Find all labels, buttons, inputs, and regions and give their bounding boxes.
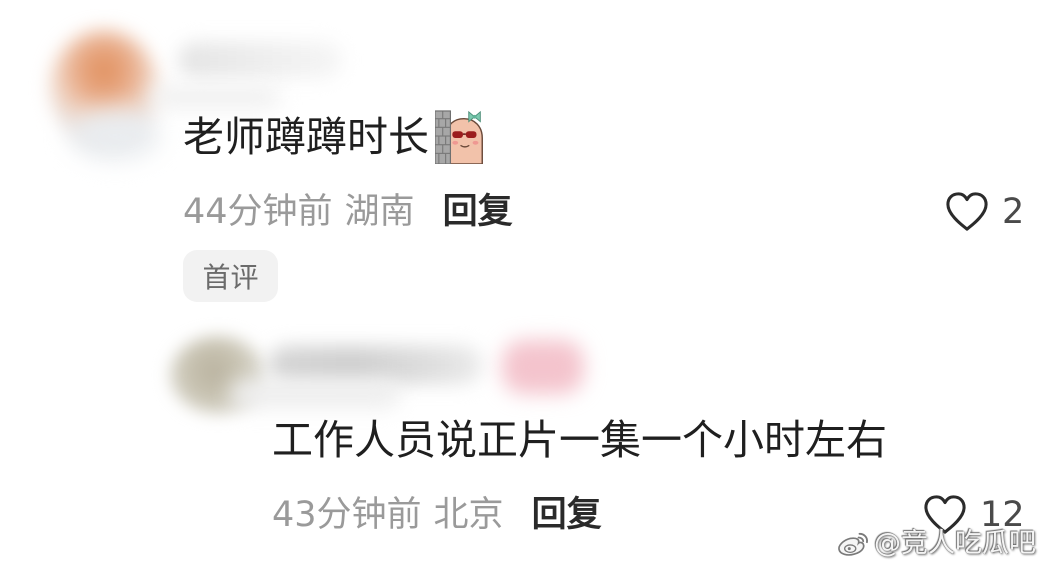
watermark-text: @竞人吃瓜吧 [874,528,1036,559]
username-blur-trail [150,86,280,108]
comment-meta: 44分钟前 湖南 回复 [183,190,513,234]
heart-icon[interactable] [944,191,990,233]
comment-body: 老师蹲蹲时长 [183,110,489,165]
weibo-icon [836,531,870,557]
comment-location: 湖南 [344,192,415,232]
comment-location: 北京 [433,495,504,535]
comment-text: 工作人员说正片一集一个小时左右 [272,416,887,464]
comment-time: 43分钟前 [272,495,422,535]
comment-time: 44分钟前 [183,192,333,232]
like-count: 2 [1002,192,1025,232]
comment-text: 老师蹲蹲时长 [183,113,429,161]
username-blur-trail [230,380,400,408]
username-blurred[interactable] [178,42,343,78]
username-blurred[interactable] [268,346,483,384]
avatar-blur-trail [70,110,160,160]
first-comment-badge: 首评 [183,250,278,302]
comment-body: 工作人员说正片一集一个小时左右 [272,415,887,465]
user-badge-blurred [502,340,584,394]
like-button[interactable]: 2 [944,190,1024,234]
reply-button[interactable]: 回复 [443,190,513,234]
watermark: @竞人吃瓜吧 [836,527,1036,561]
comment-meta: 43分钟前 北京 回复 [272,493,602,537]
peeking-sticker-icon [434,110,489,165]
reply-button[interactable]: 回复 [532,493,602,537]
